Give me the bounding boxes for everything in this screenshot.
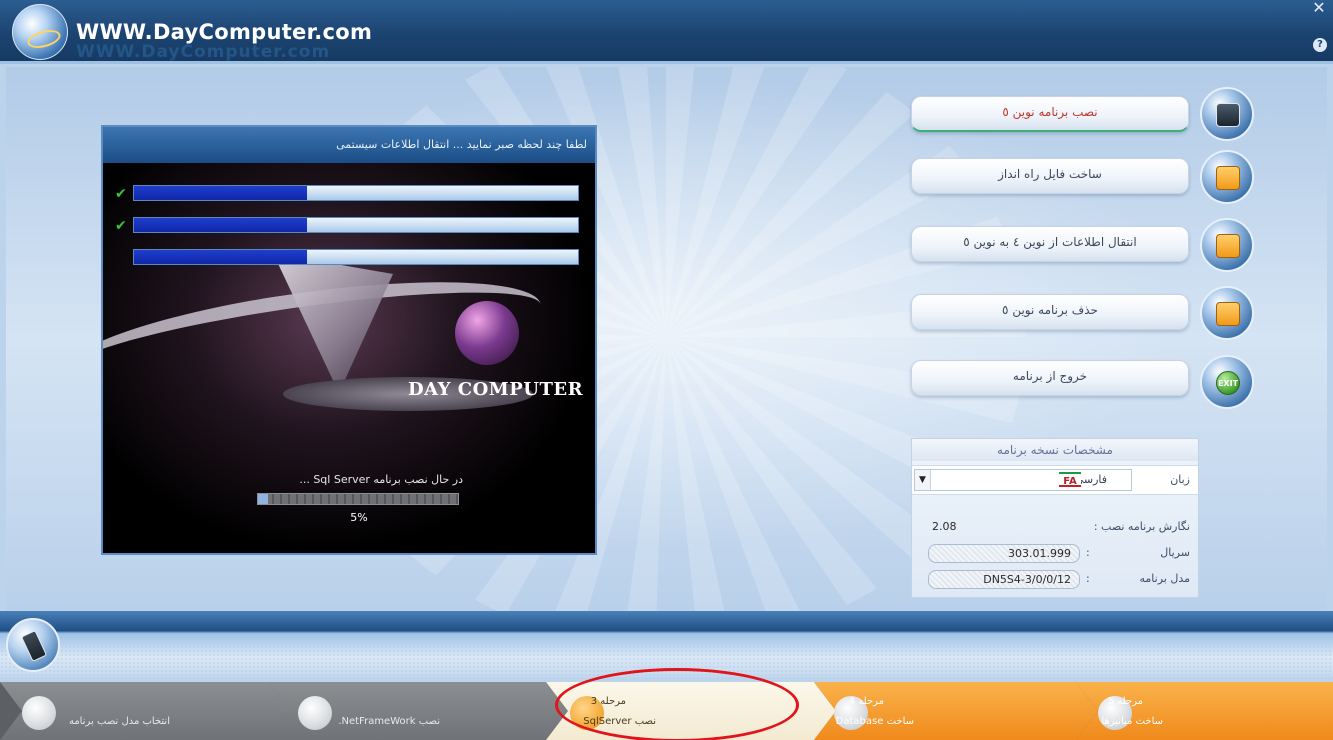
progress-fill-1 <box>134 186 308 200</box>
model-label: مدل برنامه <box>1139 572 1191 585</box>
progress-bar-1 <box>133 185 579 201</box>
menu-install-label: نصب برنامه نوین ٥ <box>1002 105 1098 119</box>
installer-window: لطفا چند لحظه صبر نمایید ... انتقال اطلا… <box>101 125 597 555</box>
model-field: DN5S4-3/0/0/12 <box>928 570 1080 589</box>
progress-fill-3 <box>134 250 308 264</box>
close-icon[interactable]: ✕ <box>1311 0 1327 16</box>
step-4-label: ساخت Database <box>835 716 914 727</box>
lock-icon[interactable] <box>1200 218 1254 272</box>
step-2-label: نصب NetFrameWork. <box>338 716 440 727</box>
serial-row: سریال : 303.01.999 <box>912 543 1198 565</box>
step-5-label: ساخت میانبرها <box>1101 716 1163 727</box>
step-2: نصب NetFrameWork. <box>268 682 568 740</box>
help-icon[interactable]: ? <box>1313 38 1327 52</box>
installer-title: لطفا چند لحظه صبر نمایید ... انتقال اطلا… <box>103 127 595 163</box>
title-bar: WWW.DayComputer.com WWW.DayComputer.com … <box>0 0 1333 64</box>
lock-icon[interactable] <box>1200 150 1254 204</box>
check-icon: ✔ <box>115 186 127 202</box>
lock-icon-glyph <box>1216 302 1240 326</box>
step-4-number: مرحله 4 <box>848 696 884 707</box>
highlight-circle <box>555 668 799 740</box>
step-1: انتخاب مدل نصب برنامه <box>0 682 290 740</box>
step-5-number: مرحله 5 <box>1107 696 1143 707</box>
globe-logo-icon <box>12 4 68 60</box>
version-row: نگارش برنامه نصب : 2.08 <box>912 517 1198 539</box>
monitor-icon-glyph <box>1216 103 1240 127</box>
serial-colon: : <box>1086 546 1090 559</box>
language-row: زبان ▼ فارسی FA <box>912 465 1198 495</box>
lock-icon-glyph <box>1216 166 1240 190</box>
install-progress-bar <box>257 493 459 505</box>
phone-icon[interactable] <box>6 618 60 672</box>
check-icon: ✔ <box>115 218 127 234</box>
step-2-circle-icon <box>298 696 332 730</box>
menu-create-launcher-button[interactable]: ساخت فایل راه انداز <box>911 158 1189 194</box>
status-strip <box>0 611 1333 677</box>
flag-icon: FA <box>1059 472 1081 487</box>
progress-fill-2 <box>134 218 308 232</box>
exit-icon[interactable]: EXIT <box>1200 355 1254 409</box>
step-1-label: انتخاب مدل نصب برنامه <box>68 716 170 727</box>
installer-artwork: DAY COMPUTER ✔ ✔ در حال نصب برنامه Sql S… <box>103 163 595 553</box>
chevron-down-icon[interactable]: ▼ <box>915 470 931 490</box>
spec-title: مشخصات نسخه برنامه <box>912 439 1198 461</box>
menu-uninstall-label: حذف برنامه نوین ٥ <box>1002 303 1098 317</box>
version-spec-panel: مشخصات نسخه برنامه زبان ▼ فارسی FA نگارش… <box>911 438 1199 598</box>
menu-create-launcher-label: ساخت فایل راه انداز <box>998 167 1102 181</box>
model-colon: : <box>1086 572 1090 585</box>
site-name-reflection: WWW.DayComputer.com <box>76 42 331 62</box>
menu-exit-label: خروج از برنامه <box>1012 369 1088 383</box>
serial-field: 303.01.999 <box>928 544 1080 563</box>
brand-text: DAY COMPUTER <box>408 379 584 400</box>
menu-transfer-data-label: انتقال اطلاعات از نوین ٤ به نوین ٥ <box>963 235 1137 249</box>
install-percent: 5% <box>350 511 368 524</box>
install-status: در حال نصب برنامه Sql Server ... <box>299 473 463 486</box>
progress-bar-2 <box>133 217 579 233</box>
language-label: زبان <box>1170 473 1190 486</box>
lock-icon[interactable] <box>1200 286 1254 340</box>
menu-transfer-data-button[interactable]: انتقال اطلاعات از نوین ٤ به نوین ٥ <box>911 226 1189 262</box>
version-value: 2.08 <box>932 520 957 533</box>
serial-label: سریال <box>1160 546 1190 559</box>
progress-bar-3 <box>133 249 579 265</box>
exit-icon-glyph: EXIT <box>1216 371 1240 395</box>
lock-icon-glyph <box>1216 234 1240 258</box>
menu-install-button[interactable]: نصب برنامه نوین ٥ <box>911 96 1189 132</box>
site-name: WWW.DayComputer.com <box>76 20 373 44</box>
model-row: مدل برنامه : DN5S4-3/0/0/12 <box>912 569 1198 591</box>
version-label: نگارش برنامه نصب : <box>1093 520 1190 533</box>
menu-exit-button[interactable]: خروج از برنامه <box>911 360 1189 396</box>
step-1-circle-icon <box>22 696 56 730</box>
step-4: مرحله 4 ساخت Database <box>814 682 1098 740</box>
menu-uninstall-button[interactable]: حذف برنامه نوین ٥ <box>911 294 1189 330</box>
monitor-icon[interactable] <box>1200 87 1254 141</box>
step-5: مرحله 5 ساخت میانبرها <box>1076 682 1333 740</box>
language-select[interactable]: ▼ فارسی FA <box>914 469 1132 491</box>
art-orb <box>455 301 519 365</box>
install-progress-fill <box>258 494 268 504</box>
